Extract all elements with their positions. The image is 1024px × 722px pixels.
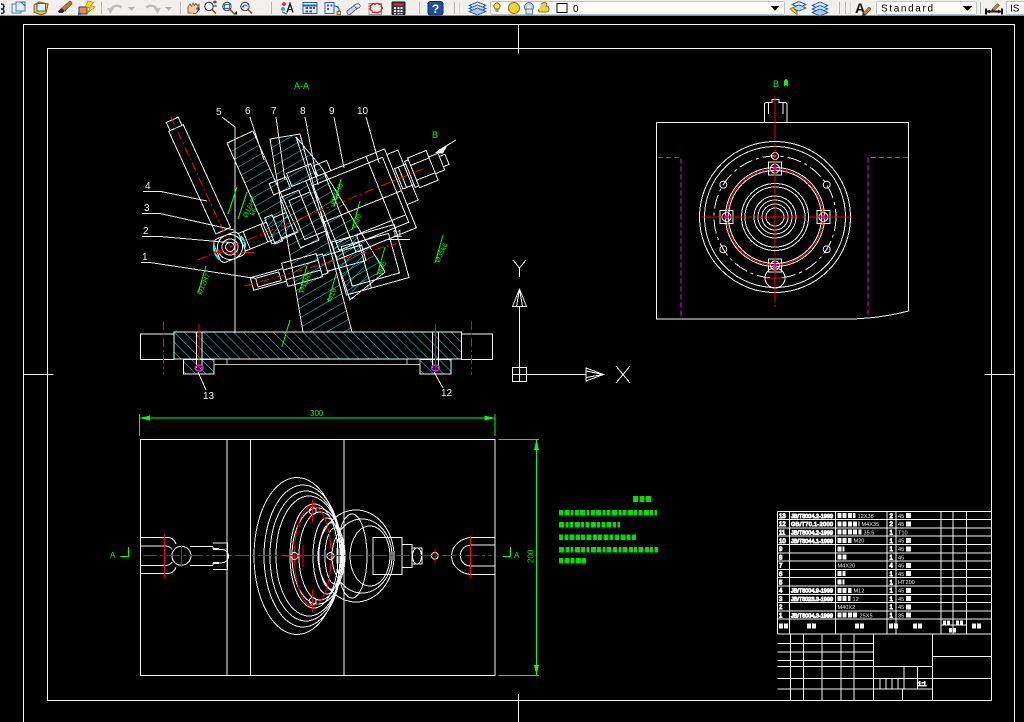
svg-text:JB/T8023.3-1999: JB/T8023.3-1999: [791, 597, 833, 603]
svg-text:300: 300: [310, 409, 324, 418]
svg-text:11: 11: [779, 531, 786, 537]
svg-text:45: 45: [898, 605, 904, 611]
svg-text:A: A: [514, 551, 520, 560]
svg-text:HT200: HT200: [898, 580, 915, 586]
svg-text:2: 2: [143, 226, 149, 237]
svg-text:200: 200: [527, 549, 536, 563]
svg-text:45: 45: [898, 555, 904, 561]
svg-text:IS: IS: [1010, 4, 1020, 15]
svg-text:T10: T10: [898, 530, 908, 536]
svg-text:8: 8: [300, 106, 306, 117]
svg-text:JB/T8004.2-1999: JB/T8004.2-1999: [791, 531, 833, 537]
svg-text:4: 4: [145, 181, 151, 192]
svg-text:GB/T70.1-2000: GB/T70.1-2000: [791, 522, 833, 528]
svg-text:45: 45: [898, 539, 904, 545]
svg-text:45: 45: [898, 589, 904, 595]
svg-text:12: 12: [853, 597, 859, 603]
svg-text:45: 45: [898, 514, 904, 520]
svg-text:A-A: A-A: [294, 81, 309, 91]
svg-text:12: 12: [441, 388, 453, 399]
svg-text:B: B: [432, 130, 438, 140]
svg-text:JB/T8004.2-1999: JB/T8004.2-1999: [791, 514, 833, 520]
svg-text:7: 7: [271, 106, 277, 117]
svg-text:10: 10: [779, 539, 786, 545]
svg-text:35.5: 35.5: [864, 530, 875, 536]
svg-text:B: B: [773, 79, 779, 89]
svg-text:12X38: 12X38: [858, 514, 874, 520]
svg-text:JB/T8044.1-1999: JB/T8044.1-1999: [791, 539, 833, 545]
svg-text:M40X2: M40X2: [838, 605, 856, 611]
svg-text:?: ?: [432, 2, 439, 16]
svg-text:JB/T8004.3-1999: JB/T8004.3-1999: [791, 614, 833, 620]
svg-text:10: 10: [357, 106, 369, 117]
svg-text:45: 45: [898, 547, 904, 553]
svg-text:12: 12: [779, 522, 786, 528]
svg-text:11: 11: [392, 229, 403, 240]
svg-text:1: 1: [142, 252, 148, 263]
svg-text:JB/T8004.9-1999: JB/T8004.9-1999: [791, 589, 833, 595]
svg-text:9: 9: [329, 106, 335, 117]
svg-text:45: 45: [898, 522, 904, 528]
svg-text:1:1: 1:1: [918, 682, 927, 688]
svg-text:M12: M12: [854, 589, 865, 595]
svg-text:0: 0: [573, 4, 579, 15]
svg-text:35: 35: [898, 613, 904, 619]
svg-text:M4X20: M4X20: [838, 564, 856, 570]
svg-text:M4X35: M4X35: [862, 522, 880, 528]
svg-text:M20: M20: [854, 539, 865, 545]
svg-text:13: 13: [203, 391, 215, 402]
svg-text:5: 5: [216, 107, 222, 118]
svg-text:45: 45: [898, 572, 904, 578]
svg-text:45: 45: [898, 564, 904, 570]
svg-text:3: 3: [144, 203, 150, 214]
svg-text:13: 13: [779, 514, 786, 520]
svg-text:A: A: [110, 551, 116, 560]
svg-text:6: 6: [245, 106, 251, 117]
svg-text:25X5: 25X5: [860, 613, 873, 619]
svg-text:45: 45: [898, 597, 904, 603]
